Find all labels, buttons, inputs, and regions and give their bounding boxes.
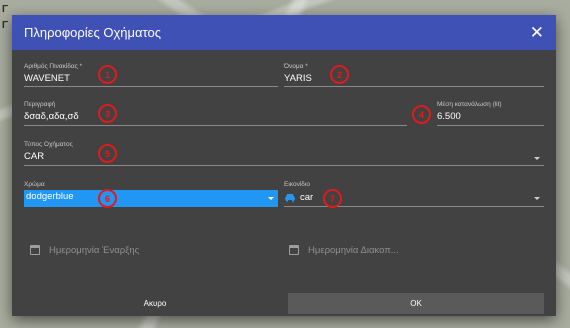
name-field[interactable]: Όνομα * YARIS	[284, 63, 544, 87]
color-value: dodgerblue	[26, 191, 74, 202]
consumption-label: Μέση κατανάλωση (lit)	[437, 101, 502, 108]
calendar-icon[interactable]	[30, 245, 40, 255]
map-label: Γ	[2, 20, 9, 31]
end-date-placeholder: Ημερομηνία Διακοπ...	[308, 244, 399, 256]
name-input[interactable]: YARIS	[284, 73, 544, 84]
vehicle-info-dialog: Πληροφορίες Οχήματος ✕ Αριθμός Πινακίδας…	[12, 15, 556, 316]
field-underline	[284, 206, 544, 207]
cancel-button[interactable]: Ακυρο	[24, 293, 286, 314]
close-icon[interactable]: ✕	[530, 24, 544, 41]
plate-input[interactable]: WAVENET	[24, 73, 278, 84]
start-date-placeholder: Ημερομηνία Έναρξης	[49, 244, 140, 256]
annotation-badge-4: 4	[412, 105, 431, 124]
annotation-badge-3: 3	[98, 104, 117, 123]
description-label: Περιγραφή	[24, 101, 56, 108]
field-underline	[24, 125, 407, 126]
annotation-badge-2: 2	[330, 65, 349, 84]
icon-label: Εικονίδιο	[284, 181, 310, 188]
annotation-badge-5: 5	[98, 144, 117, 163]
chevron-down-icon[interactable]	[534, 157, 540, 160]
dialog-title: Πληροφορίες Οχήματος	[24, 25, 161, 40]
consumption-input[interactable]: 6.500	[437, 111, 544, 122]
color-label: Χρώμα	[24, 181, 45, 188]
ok-button[interactable]: OK	[288, 293, 544, 314]
field-underline	[24, 165, 544, 166]
annotation-badge-7: 7	[323, 189, 342, 208]
description-field[interactable]: Περιγραφή δσαδ,αδα,σδ	[24, 101, 407, 126]
description-input[interactable]: δσαδ,αδα,σδ	[24, 111, 407, 122]
annotation-badge-1: 1	[98, 65, 117, 84]
chevron-down-icon[interactable]	[268, 197, 274, 200]
plate-label: Αριθμός Πινακίδας *	[24, 63, 83, 70]
name-label: Όνομα *	[284, 63, 308, 70]
icon-select-value-wrap: car	[284, 192, 313, 203]
chevron-down-icon[interactable]	[534, 197, 540, 200]
calendar-icon[interactable]	[289, 245, 299, 255]
field-underline	[437, 125, 544, 126]
dialog-header: Πληροφορίες Οχήματος ✕	[12, 15, 556, 50]
field-underline	[284, 86, 544, 87]
consumption-field[interactable]: Μέση κατανάλωση (lit) 6.500	[437, 101, 544, 126]
start-date-field[interactable]: Ημερομηνία Έναρξης	[30, 241, 270, 259]
annotation-badge-6: 6	[98, 189, 117, 208]
end-date-field[interactable]: Ημερομηνία Διακοπ...	[289, 241, 539, 259]
car-icon	[285, 194, 295, 202]
map-label: Γ	[2, 4, 9, 15]
icon-value: car	[300, 192, 314, 203]
field-underline	[24, 86, 278, 87]
color-select[interactable]: dodgerblue	[24, 190, 278, 207]
plate-field[interactable]: Αριθμός Πινακίδας * WAVENET	[24, 63, 278, 87]
